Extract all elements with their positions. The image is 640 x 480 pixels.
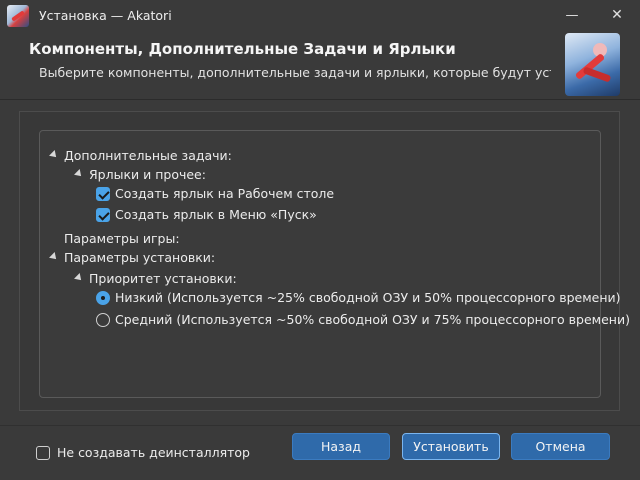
title-bar[interactable]: Установка — Akatori — ✕ [0,0,640,31]
back-button[interactable]: Назад [292,433,390,460]
desktop-shortcut-label[interactable]: Создать ярлык на Рабочем столе [115,184,334,204]
priority-medium-label[interactable]: Средний (Используется ~50% свободной ОЗУ… [115,310,630,330]
window-title: Установка — Akatori [39,8,172,23]
wizard-image [565,33,620,96]
installer-window: Установка — Akatori — ✕ Компоненты, Допо… [0,0,640,480]
tree-item-game-params[interactable]: Параметры игры: [64,229,180,249]
priority-low-label[interactable]: Низкий (Используется ~25% свободной ОЗУ … [115,288,621,308]
no-uninstaller-label[interactable]: Не создавать деинсталлятор [57,445,250,460]
priority-low-radio[interactable] [96,291,110,305]
tree-item-priority[interactable]: Приоритет установки: [89,269,237,289]
desktop-shortcut-checkbox[interactable] [96,187,110,201]
no-uninstaller-checkbox[interactable] [36,446,50,460]
priority-medium-radio[interactable] [96,313,110,327]
tree-item-shortcuts[interactable]: Ярлыки и прочее: [89,165,206,185]
page-title: Компоненты, Дополнительные Задачи и Ярлы… [29,40,456,58]
install-button[interactable]: Установить [402,433,500,460]
tree-item-additional-tasks[interactable]: Дополнительные задачи: [64,146,232,166]
start-menu-shortcut-checkbox[interactable] [96,208,110,222]
footer-divider [0,425,640,426]
tree-item-install-params[interactable]: Параметры установки: [64,248,215,268]
page-subtitle: Выберите компоненты, дополнительные зада… [39,65,551,80]
header-divider [0,99,640,100]
start-menu-shortcut-label[interactable]: Создать ярлык в Меню «Пуск» [115,205,317,225]
cancel-button[interactable]: Отмена [511,433,610,460]
minimize-button[interactable]: — [549,0,595,31]
close-button[interactable]: ✕ [594,0,640,31]
app-icon [7,5,29,27]
